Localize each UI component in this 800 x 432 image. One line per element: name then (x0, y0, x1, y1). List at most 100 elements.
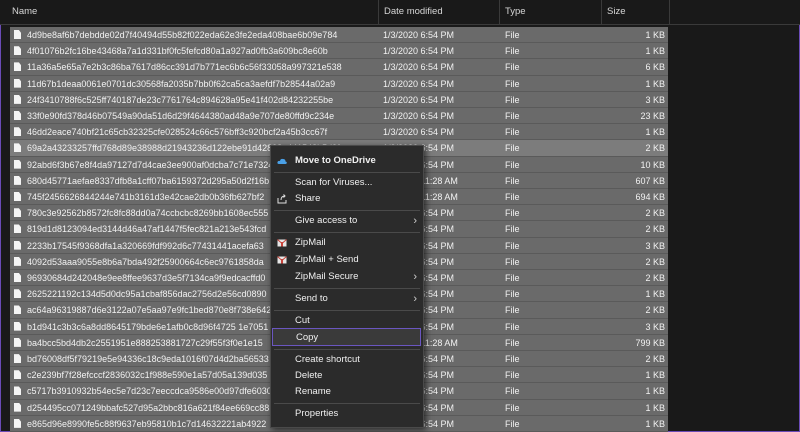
file-name: 24f3410788f6c525ff740187de23c7761764c894… (27, 94, 334, 105)
column-date-modified[interactable]: Date modified (380, 0, 498, 24)
menu-item-label: Properties (295, 408, 339, 419)
column-divider[interactable] (601, 0, 602, 24)
file-size: 1 KB (645, 370, 665, 381)
file-size: 1 KB (645, 289, 665, 300)
file-name: 11d67b1deaa0061e0701dc30568fa2035b7bb0f6… (27, 78, 336, 89)
column-type[interactable]: Type (501, 0, 601, 24)
file-size: 3 KB (645, 240, 665, 251)
file-icon (14, 289, 21, 299)
file-icon (14, 224, 21, 234)
menu-item-share[interactable]: Share (271, 190, 423, 208)
file-type: File (505, 386, 520, 397)
menu-separator (274, 210, 420, 211)
column-size[interactable]: Size (603, 0, 669, 24)
file-row[interactable]: 24f3410788f6c525ff740187de23c7761764c894… (10, 91, 668, 108)
file-type: File (505, 321, 520, 332)
file-size: 799 KB (635, 337, 665, 348)
file-name: 4d9be8af6b7debdde02d7f40494d55b82f022eda… (27, 30, 338, 40)
file-row[interactable]: 46dd2eace740bf21c65cb32325cfe028524c66c5… (10, 124, 668, 141)
file-size: 1 KB (645, 402, 665, 413)
file-type: File (505, 337, 520, 348)
file-size: 1 KB (645, 418, 665, 429)
file-icon (14, 143, 21, 153)
file-row[interactable]: 11d67b1deaa0061e0701dc30568fa2035b7bb0f6… (10, 75, 668, 92)
onedrive-cloud-icon (277, 158, 287, 164)
file-row[interactable]: 11a36a5e65a7e2b3c86ba7617d86cc391d7b771e… (10, 59, 668, 76)
menu-item-label: Rename (295, 386, 331, 397)
column-divider[interactable] (499, 0, 500, 24)
column-name[interactable]: Name (8, 0, 378, 24)
file-icon (14, 402, 21, 412)
file-type: File (505, 240, 520, 251)
column-divider[interactable] (669, 0, 670, 24)
menu-item-give-access-to[interactable]: Give access to › (271, 212, 423, 230)
file-type: File (505, 127, 520, 138)
file-size: 1 KB (645, 127, 665, 138)
menu-item-zipmail[interactable]: ZipMail (271, 234, 423, 252)
file-type: File (505, 370, 520, 381)
file-icon (14, 386, 21, 396)
menu-item-rename[interactable]: Rename (271, 383, 423, 401)
file-icon (14, 337, 21, 347)
file-size: 10 KB (640, 159, 665, 170)
file-icon (14, 208, 21, 218)
file-name: 46dd2eace740bf21c65cb32325cfe028524c66c5… (27, 127, 328, 138)
file-name: 33f0e90fd378d46b07549a90da51d6d29f464438… (27, 111, 335, 122)
file-row[interactable]: 4f01076b2fc16be43468a7a1d331bf0fc5fefcd8… (10, 43, 668, 60)
menu-item-zipmail-secure[interactable]: ZipMail Secure › (271, 268, 423, 286)
file-icon (14, 175, 21, 185)
menu-item-send-to[interactable]: Send to › (271, 290, 423, 308)
file-type: File (505, 46, 520, 57)
menu-item-zipmail-send[interactable]: ZipMail + Send (271, 251, 423, 269)
file-icon (14, 111, 21, 121)
file-type: File (505, 402, 520, 413)
file-type: File (505, 94, 520, 105)
file-type: File (505, 224, 520, 235)
file-size: 2 KB (645, 354, 665, 365)
file-icon (14, 370, 21, 380)
file-icon (14, 418, 21, 428)
file-type: File (505, 111, 520, 122)
menu-item-properties[interactable]: Properties (271, 405, 423, 423)
file-icon (14, 305, 21, 315)
file-date-modified: 1/3/2020 6:54 PM (383, 78, 455, 89)
file-size: 1 KB (645, 30, 665, 40)
file-type: File (505, 305, 520, 316)
file-row[interactable]: 4d9be8af6b7debdde02d7f40494d55b82f022eda… (10, 27, 668, 44)
file-size: 1 KB (645, 78, 665, 89)
file-name: 4f01076b2fc16be43468a7a1d331bf0fc5fefcd8… (27, 46, 328, 57)
menu-separator (274, 403, 420, 404)
file-icon (14, 46, 21, 56)
menu-item-move-to-onedrive[interactable]: Move to OneDrive (271, 152, 423, 170)
menu-item-label: ZipMail + Send (295, 254, 359, 265)
menu-item-label: ZipMail Secure (295, 271, 359, 282)
file-date-modified: 1/3/2020 6:54 PM (383, 62, 455, 73)
menu-item-label: Move to OneDrive (295, 155, 376, 166)
file-size: 694 KB (635, 192, 665, 203)
menu-item-copy[interactable]: Copy (272, 328, 421, 346)
file-date-modified: 1/3/2020 6:54 PM (383, 30, 455, 40)
column-divider[interactable] (378, 0, 379, 24)
file-date-modified: 1/3/2020 6:54 PM (383, 127, 455, 138)
file-size: 3 KB (645, 94, 665, 105)
file-icon (14, 94, 21, 104)
file-size: 1 KB (645, 46, 665, 57)
menu-item-label: ZipMail (295, 237, 326, 248)
file-row[interactable]: 33f0e90fd378d46b07549a90da51d6d29f464438… (10, 108, 668, 125)
file-type: File (505, 354, 520, 365)
file-type: File (505, 418, 520, 429)
menu-item-label: Send to (295, 293, 328, 304)
share-icon (277, 194, 287, 204)
zipmail-send-icon (277, 256, 287, 264)
file-name: 11a36a5e65a7e2b3c86ba7617d86cc391d7b771e… (27, 62, 342, 73)
file-icon (14, 354, 21, 364)
file-icon (14, 30, 21, 39)
menu-separator (274, 310, 420, 311)
menu-item-label: Share (295, 193, 321, 204)
column-header: Name Date modified Type Size (0, 0, 800, 25)
file-type: File (505, 273, 520, 284)
file-icon (14, 321, 21, 331)
file-size: 2 KB (645, 224, 665, 235)
file-size: 2 KB (645, 305, 665, 316)
chevron-right-icon: › (413, 293, 417, 305)
